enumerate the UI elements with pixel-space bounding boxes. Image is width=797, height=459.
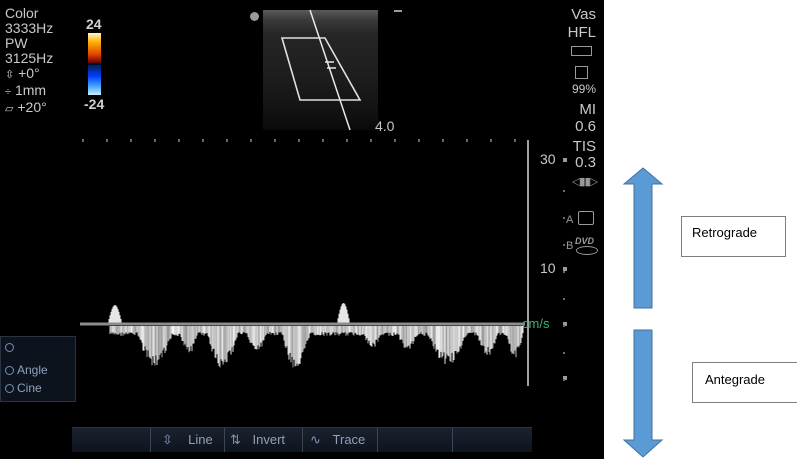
- retrograde-label: Retrograde: [692, 225, 758, 240]
- retrograde-label-box: Retrograde: [681, 216, 786, 257]
- annotation-arrows: [622, 167, 664, 458]
- antegrade-label-box: Antegrade: [692, 362, 797, 403]
- retrograde-arrow: [622, 167, 664, 309]
- antegrade-arrow: [622, 329, 664, 458]
- antegrade-label: Antegrade: [705, 372, 765, 387]
